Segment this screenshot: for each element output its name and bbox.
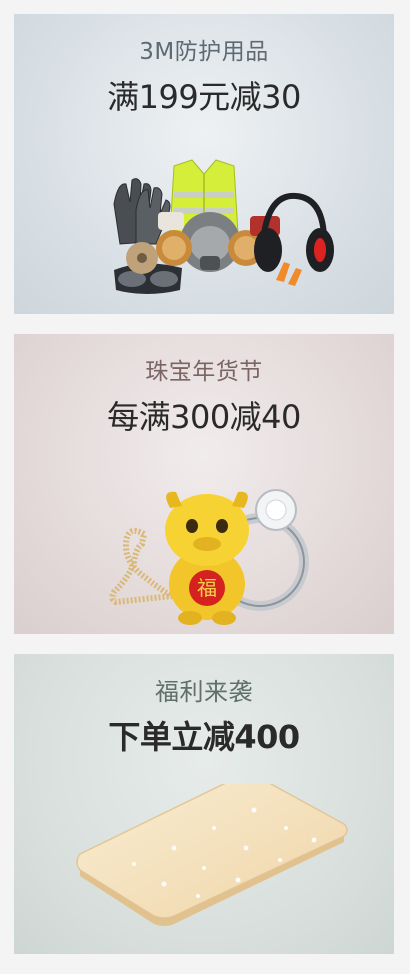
promo-subtitle: 珠宝年货节 [145,359,263,385]
ceiling-lamp-icon [76,784,348,926]
promo-title: 每满300减40 [107,398,301,436]
ceiling-light-image [76,784,348,926]
grinding-disc-icon [126,242,158,274]
promo-title: 满199元减30 [107,78,301,116]
promo-subtitle: 3M防护用品 [139,39,269,65]
earmuffs-icon [254,192,334,272]
promo-card-jewelry[interactable]: 珠宝年货节 每满300减40 福 [14,334,394,634]
earplugs-icon [276,262,302,286]
promo-subtitle: 福利来袭 [155,678,253,706]
safety-gear-image [113,159,334,294]
promo-card-protection[interactable]: 3M防护用品 满199元减30 [14,14,394,314]
gold-ox-icon: 福 [165,491,249,625]
gloves-icon [113,178,171,245]
promo-title: 下单立减400 [108,718,300,756]
promo-card-lighting[interactable]: 福利来袭 下单立减400 [14,654,394,954]
fu-character: 福 [197,576,217,600]
swan-pendant-icon [109,528,183,606]
gold-ox-jewelry-image: 福 [109,489,309,625]
promo-page: 3M防护用品 满199元减30 珠宝年货节 每满300减40 福 福利来袭 下单… [0,0,410,974]
